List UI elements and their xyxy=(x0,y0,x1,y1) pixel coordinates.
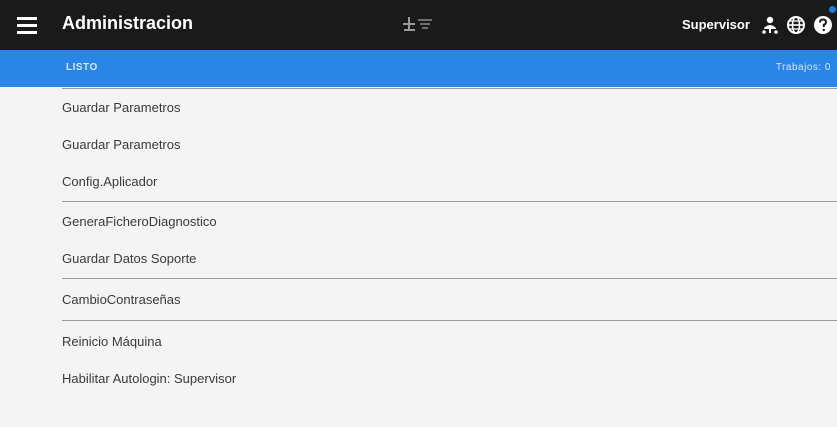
menu-item-habilitar-autologin[interactable]: Habilitar Autologin: Supervisor xyxy=(62,360,802,396)
menu-item-guardar-parametros-2[interactable]: Guardar Parametros xyxy=(62,126,802,162)
globe-icon[interactable] xyxy=(786,15,806,35)
menu-item-guardar-datos-soporte[interactable]: Guardar Datos Soporte xyxy=(62,240,802,276)
menu-item-genera-fichero-diagnostico[interactable]: GeneraFicheroDiagnostico xyxy=(62,203,802,239)
divider xyxy=(62,278,837,279)
jobs-counter: Trabajos: 0 xyxy=(775,62,831,73)
divider xyxy=(62,320,837,321)
logo-icon xyxy=(403,17,432,31)
user-name: Supervisor xyxy=(682,17,750,32)
hamburger-menu-icon[interactable] xyxy=(14,14,40,36)
help-icon[interactable] xyxy=(812,14,834,36)
menu-item-guardar-parametros[interactable]: Guardar Parametros xyxy=(62,89,802,125)
top-app-bar: Administracion Supervisor xyxy=(0,0,837,50)
menu-item-config-aplicador[interactable]: Config.Aplicador xyxy=(62,163,802,199)
status-bar: LISTO Trabajos: 0 xyxy=(0,50,837,87)
user-icon[interactable] xyxy=(760,15,780,35)
menu-item-cambio-contrasenas[interactable]: CambioContraseñas xyxy=(62,281,802,317)
page-title: Administracion xyxy=(62,13,194,33)
menu-item-reinicio-maquina[interactable]: Reinicio Máquina xyxy=(62,323,802,359)
divider xyxy=(62,201,837,202)
notification-dot xyxy=(829,6,836,13)
status-label: LISTO xyxy=(66,62,98,73)
